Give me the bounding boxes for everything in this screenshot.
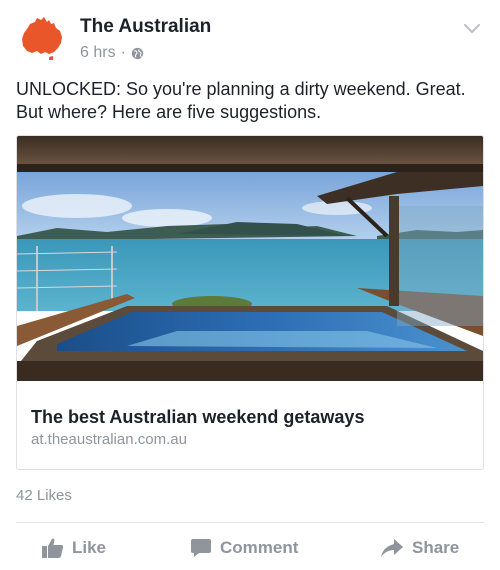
like-button[interactable]: Like xyxy=(42,538,106,558)
link-title[interactable]: The best Australian weekend getaways xyxy=(31,406,364,428)
page-avatar[interactable] xyxy=(18,14,66,62)
post-timestamp[interactable]: 6 hrs xyxy=(80,43,116,63)
chevron-down-icon[interactable] xyxy=(462,22,482,36)
action-divider xyxy=(16,522,484,523)
thumbs-up-icon xyxy=(42,538,64,558)
globe-icon[interactable] xyxy=(131,47,144,60)
post-meta: 6 hrs · xyxy=(80,43,144,63)
post-actions: Like Comment Share xyxy=(0,530,500,568)
comment-label: Comment xyxy=(220,538,299,557)
page-name[interactable]: The Australian xyxy=(80,16,211,38)
link-preview-image[interactable] xyxy=(17,136,483,381)
like-label: Like xyxy=(72,538,107,557)
feed-post: The Australian 6 hrs · UNLOCKED: So you'… xyxy=(0,0,500,570)
meta-separator: · xyxy=(120,44,126,61)
like-count[interactable]: 42 Likes xyxy=(16,487,72,504)
share-arrow-icon xyxy=(381,539,403,557)
link-domain: at.theaustralian.com.au xyxy=(31,431,187,448)
comment-icon xyxy=(191,539,211,557)
australia-logo-icon xyxy=(22,17,62,60)
link-preview-card[interactable]: The best Australian weekend getaways at.… xyxy=(16,135,484,470)
post-message: UNLOCKED: So you're planning a dirty wee… xyxy=(16,79,466,122)
share-label: Share xyxy=(412,538,460,557)
share-button[interactable]: Share xyxy=(380,538,459,558)
comment-button[interactable]: Comment xyxy=(190,538,298,558)
